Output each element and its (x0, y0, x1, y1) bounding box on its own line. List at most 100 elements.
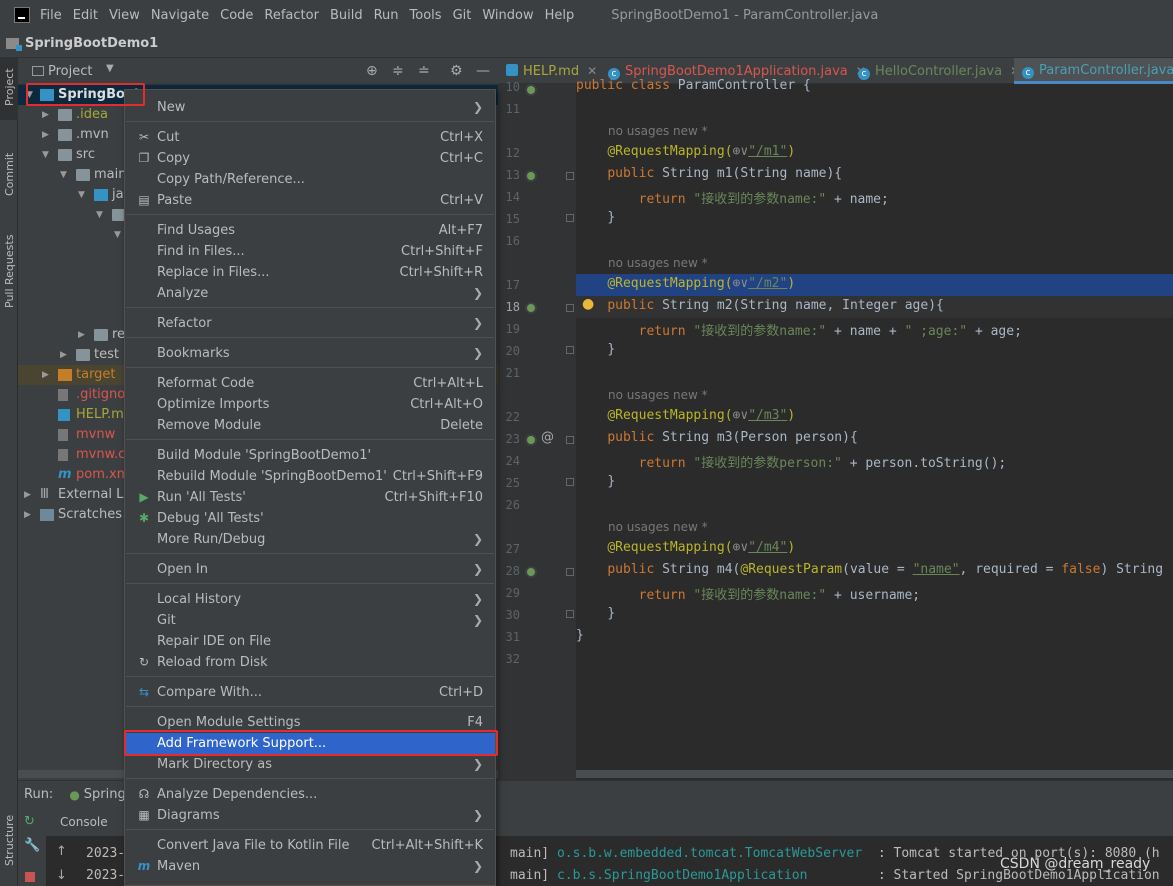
spring-bean-icon[interactable] (525, 84, 537, 96)
run-config-tab[interactable]: Spring (84, 787, 126, 802)
inlay-hint[interactable]: no usages new * (608, 124, 708, 138)
menu-item-build-module[interactable]: Build Module 'SpringBootDemo1' (125, 445, 495, 466)
menu-navigate[interactable]: Navigate (151, 8, 209, 23)
line-number: 26 (505, 498, 520, 512)
project-panel-title[interactable]: Project (48, 64, 92, 79)
menu-item-debug-all-tests[interactable]: ✱ Debug 'All Tests' (125, 508, 495, 529)
folder-icon (76, 169, 90, 181)
menu-item-refactor[interactable]: Refactor ❯ (125, 313, 495, 334)
menu-item-cut[interactable]: ✂ Cut Ctrl+X (125, 127, 495, 148)
spring-bean-icon[interactable] (525, 434, 537, 446)
menu-item-maven[interactable]: m Maven ❯ (125, 856, 495, 877)
menu-item-reformat-code[interactable]: Reformat Code Ctrl+Alt+L (125, 373, 495, 394)
breadcrumb-project[interactable]: SpringBootDemo1 (25, 36, 158, 51)
console-tab[interactable]: Console (60, 815, 108, 829)
markdown-file-icon (58, 409, 70, 421)
menu-item-paste[interactable]: ▤ Paste Ctrl+V (125, 190, 495, 211)
menu-file[interactable]: File (40, 8, 62, 23)
minimize-icon[interactable]: — (476, 63, 490, 79)
menu-tools[interactable]: Tools (410, 8, 442, 23)
menu-item-compare-with[interactable]: ⇆ Compare With... Ctrl+D (125, 682, 495, 703)
menu-help[interactable]: Help (545, 8, 575, 23)
line-number: 25 (505, 476, 520, 490)
menu-item-rebuild-module[interactable]: Rebuild Module 'SpringBootDemo1' Ctrl+Shi… (125, 466, 495, 487)
tab-param-controller[interactable]: c ParamController.java (1014, 58, 1173, 84)
inlay-hint[interactable]: no usages new * (608, 256, 708, 270)
fold-icon[interactable] (566, 478, 574, 486)
menu-item-remove-module[interactable]: Remove Module Delete (125, 415, 495, 436)
menu-item-run-all-tests[interactable]: ▶ Run 'All Tests' Ctrl+Shift+F10 (125, 487, 495, 508)
menu-item-local-history[interactable]: Local History ❯ (125, 589, 495, 610)
fold-icon[interactable] (566, 610, 574, 618)
fold-icon[interactable] (566, 214, 574, 222)
chevron-down-icon: ▼ (60, 170, 67, 180)
inlay-hint[interactable]: no usages new * (608, 388, 708, 402)
menu-item-replace-in-files[interactable]: Replace in Files... Ctrl+Shift+R (125, 262, 495, 283)
annotation-highlight-root (26, 83, 145, 106)
rerun-icon[interactable]: ↻ (24, 814, 35, 829)
chevron-right-icon: ▶ (42, 130, 49, 140)
fold-icon[interactable] (566, 568, 574, 576)
class-icon: c (1022, 67, 1034, 79)
close-icon[interactable]: ✕ (587, 64, 597, 78)
line-number: 19 (505, 322, 520, 336)
tab-hello-controller[interactable]: cHelloController.java✕ (858, 58, 1020, 84)
menu-item-open-in[interactable]: Open In ❯ (125, 559, 495, 580)
menu-item-new[interactable]: New ❯ (125, 97, 495, 118)
arrow-down-icon[interactable]: ↓ (56, 868, 67, 883)
menu-item-bookmarks[interactable]: Bookmarks ❯ (125, 343, 495, 364)
menu-item-diagrams[interactable]: ▦ Diagrams ❯ (125, 805, 495, 826)
menu-item-reload-from-disk[interactable]: ↻ Reload from Disk (125, 652, 495, 673)
menu-code[interactable]: Code (220, 8, 253, 23)
menu-item-git[interactable]: Git ❯ (125, 610, 495, 631)
project-panel-header: Project ▼ ⊕ ≑ ≐ ⚙ — (18, 58, 498, 85)
menu-item-analyze-dependencies[interactable]: ☊ Analyze Dependencies... (125, 784, 495, 805)
menu-git[interactable]: Git (453, 8, 472, 23)
line-number: 30 (505, 608, 520, 622)
menu-item-copy-path[interactable]: Copy Path/Reference... (125, 169, 495, 190)
menu-item-convert-to-kotlin[interactable]: Convert Java File to Kotlin File Ctrl+Alt… (125, 835, 495, 856)
menu-item-analyze[interactable]: Analyze ❯ (125, 283, 495, 304)
line-number: 24 (505, 454, 520, 468)
locate-icon[interactable]: ⊕ (366, 63, 378, 79)
editor-scrollbar[interactable] (576, 770, 1173, 778)
menu-run[interactable]: Run (374, 8, 399, 23)
tool-tab-commit[interactable]: Commit (0, 136, 18, 206)
chevron-right-icon: ❯ (472, 613, 483, 627)
chevron-down-icon[interactable]: ▼ (106, 63, 114, 74)
collapse-all-icon[interactable]: ≐ (418, 63, 430, 79)
menu-window[interactable]: Window (482, 8, 533, 23)
menu-edit[interactable]: Edit (73, 8, 98, 23)
spring-bean-icon[interactable] (525, 566, 537, 578)
menu-item-copy[interactable]: ❐ Copy Ctrl+C (125, 148, 495, 169)
menu-build[interactable]: Build (330, 8, 363, 23)
line-number: 27 (505, 542, 520, 556)
spring-bean-icon[interactable] (525, 302, 537, 314)
tool-tab-project[interactable]: Project (0, 58, 18, 120)
expand-all-icon[interactable]: ≑ (392, 63, 404, 79)
tree-item-label: target (76, 367, 116, 382)
fold-icon[interactable] (566, 172, 574, 180)
menu-item-repair-ide[interactable]: Repair IDE on File (125, 631, 495, 652)
menu-item-find-in-files[interactable]: Find in Files... Ctrl+Shift+F (125, 241, 495, 262)
tool-tab-structure[interactable]: Structure (0, 808, 18, 878)
tool-tab-pull-requests[interactable]: Pull Requests (0, 218, 18, 318)
fold-icon[interactable] (566, 436, 574, 444)
menu-item-more-run-debug[interactable]: More Run/Debug ❯ (125, 529, 495, 550)
gear-icon[interactable]: ⚙ (450, 63, 463, 79)
menu-refactor[interactable]: Refactor (264, 8, 319, 23)
spring-bean-icon[interactable] (525, 170, 537, 182)
wrench-icon[interactable]: 🔧 (24, 838, 40, 853)
code-line-31: } (576, 628, 584, 643)
at-annotation-icon[interactable]: @ (541, 430, 554, 445)
menu-view[interactable]: View (109, 8, 140, 23)
menu-item-mark-directory-as[interactable]: Mark Directory as ❯ (125, 754, 495, 775)
stop-icon[interactable] (25, 872, 35, 882)
arrow-up-icon[interactable]: ↑ (56, 844, 67, 859)
menu-item-find-usages[interactable]: Find Usages Alt+F7 (125, 220, 495, 241)
fold-icon[interactable] (566, 304, 574, 312)
line-number: 10 (505, 80, 520, 94)
inlay-hint[interactable]: no usages new * (608, 520, 708, 534)
fold-icon[interactable] (566, 346, 574, 354)
menu-item-optimize-imports[interactable]: Optimize Imports Ctrl+Alt+O (125, 394, 495, 415)
